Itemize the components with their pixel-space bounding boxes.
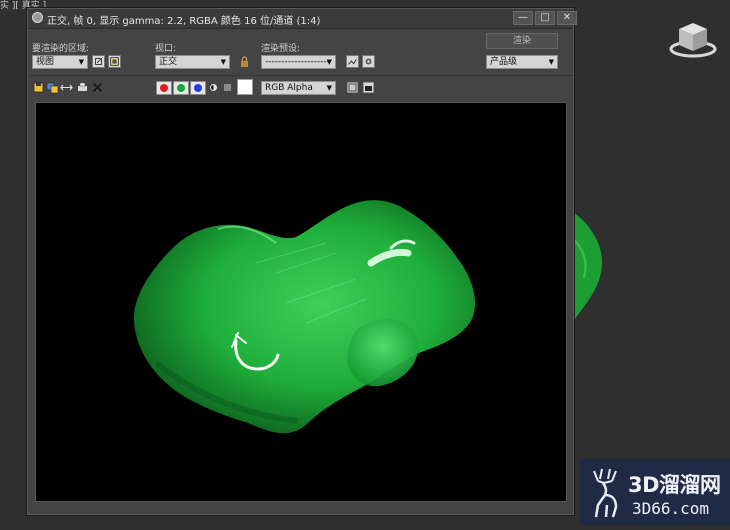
blue-channel-toggle[interactable] [190, 81, 206, 95]
auto-region-icon[interactable] [108, 55, 121, 68]
render-preset-dropdown[interactable]: -------------------- ▼ [261, 55, 336, 69]
viewcube-icon[interactable] [668, 20, 718, 60]
environment-icon[interactable] [346, 55, 359, 68]
render-button[interactable]: 渲染 [486, 33, 558, 49]
maximize-button[interactable]: □ [535, 11, 555, 25]
display-alpha-icon[interactable] [207, 81, 220, 94]
blue-channel-icon [194, 84, 202, 92]
render-preset-value: -------------------- [265, 57, 330, 67]
print-icon[interactable] [76, 81, 89, 94]
toggle-ui-icon[interactable] [362, 81, 375, 94]
channel-display-dropdown[interactable]: RGB Alpha ▼ [261, 81, 336, 95]
viewport-dropdown[interactable]: 正交 ▼ [155, 55, 230, 69]
lock-icon[interactable] [238, 55, 251, 68]
teapot-render-icon[interactable] [362, 55, 375, 68]
watermark-logo: 3D溜溜网 3D66.com [580, 459, 730, 525]
deer-logo-icon [593, 468, 618, 518]
chevron-down-icon: ▼ [78, 58, 84, 66]
watermark-chinese-text: 3D溜溜网 [628, 473, 721, 497]
rendered-frame-window: 正交, 帧 0, 显示 gamma: 2.2, RGBA 颜色 16 位/通道 … [27, 8, 577, 515]
red-channel-icon [160, 84, 168, 92]
chevron-down-icon: ▼ [548, 58, 554, 66]
clone-window-icon[interactable] [60, 81, 73, 94]
window-title: 正交, 帧 0, 显示 gamma: 2.2, RGBA 颜色 16 位/通道 … [47, 16, 321, 27]
green-channel-toggle[interactable] [173, 81, 189, 95]
copy-image-icon[interactable] [46, 81, 59, 94]
color-swatch[interactable] [237, 79, 253, 95]
render-preset-label: 渲染预设: [261, 44, 301, 54]
minimize-button[interactable]: — [513, 11, 533, 25]
close-button[interactable]: ✕ [557, 11, 577, 25]
chevron-down-icon: ▼ [326, 84, 332, 92]
toolbar-divider [28, 75, 573, 76]
viewport-select-label: 视口: [155, 44, 177, 54]
clear-icon[interactable] [91, 81, 104, 94]
app-icon [32, 12, 43, 23]
toggle-ui-overlay-icon[interactable] [346, 81, 359, 94]
red-channel-toggle[interactable] [156, 81, 172, 95]
watermark-domain-text: 3D66.com [632, 499, 710, 518]
title-bar[interactable]: 正交, 帧 0, 显示 gamma: 2.2, RGBA 颜色 16 位/通道 … [28, 9, 577, 29]
mono-icon[interactable] [221, 81, 234, 94]
save-image-icon[interactable] [32, 81, 45, 94]
channel-display-value: RGB Alpha [265, 83, 313, 93]
jade-render-image [133, 200, 476, 434]
green-channel-icon [177, 84, 185, 92]
rendered-image-canvas[interactable] [35, 102, 567, 502]
area-to-render-label: 要渲染的区域: [32, 44, 90, 54]
edit-region-icon[interactable] [92, 55, 105, 68]
chevron-down-icon: ▼ [220, 58, 226, 66]
chevron-down-icon: ▼ [326, 58, 332, 66]
quality-value: 产品级 [490, 57, 518, 67]
area-to-render-dropdown[interactable]: 视图 ▼ [32, 55, 88, 69]
viewport-value: 正交 [159, 57, 178, 67]
quality-dropdown[interactable]: 产品级 ▼ [486, 55, 558, 69]
area-to-render-value: 视图 [36, 57, 55, 67]
